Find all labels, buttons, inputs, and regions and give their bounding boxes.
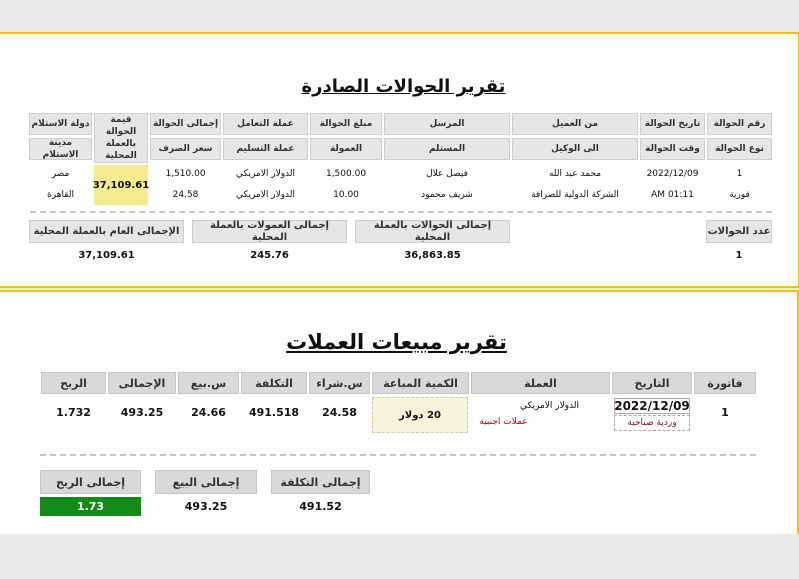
receiver: شريف محمود (421, 190, 473, 200)
transfer-date: 2022/12/09 (646, 169, 699, 179)
total-sales: 493.25 (184, 499, 228, 513)
profit: 1.732 (56, 405, 91, 419)
transfers-count: 1 (735, 249, 743, 261)
buy-price: 24.58 (322, 405, 357, 419)
currency-category: عملات اجنبية (479, 417, 528, 427)
divider (30, 211, 772, 213)
header-to-agent: الى الوكيل (512, 138, 638, 160)
header-exchange-rate: سعر الصرف (150, 138, 221, 160)
to-agent: الشركة الدولية للصرافة (531, 190, 619, 200)
deal-currency: الدولار الامريكي (235, 169, 296, 179)
header-transfer-date: تاريخ الحوالة (640, 113, 705, 135)
transfer-type: فورية (729, 190, 750, 200)
divider (40, 454, 756, 456)
from-client: محمد عبد الله (548, 169, 602, 179)
header-delivery-currency: عملة التسليم (223, 138, 308, 160)
header-quantity-sold: الكمية المباعة (372, 372, 469, 394)
header-invoice: فاتورة (694, 372, 756, 394)
delivery-currency: الدولار الامريكي (235, 190, 296, 200)
commission: 10.00 (333, 190, 359, 200)
header-total-cost: إجمالى التكلفة (271, 470, 370, 494)
header-receiving-city: مدينة الاستلام (29, 138, 92, 160)
local-value: 37,109.61 (93, 165, 149, 205)
header-local-value: قيمة الحوالة بالعملة المحلية (94, 113, 148, 163)
quantity-sold: 20 دولار (372, 397, 468, 433)
grand-total-local: 37,109.61 (78, 249, 135, 261)
header-commission: العمولة (310, 138, 382, 160)
header-grand-total-local: الإجمالى العام بالعملة المحلية (29, 220, 184, 243)
header-transfer-type: نوع الحوالة (707, 138, 772, 160)
header-total-sales: إجمالى البيع (155, 470, 257, 494)
shift: وردية صباحية (614, 415, 690, 431)
invoice-number: 1 (721, 405, 729, 419)
header-transfer-total: إجمالى الحوالة (150, 113, 221, 135)
header-transfer-number: رقم الحوالة (707, 113, 772, 135)
transfer-time: 01:11 AM (651, 190, 694, 200)
total-profit: 1.73 (40, 497, 141, 516)
header-total-transfers-local: إجمالى الحوالات بالعملة المحلية (355, 220, 510, 243)
receiving-city: القاهرة (47, 190, 74, 200)
currency-sales-panel: تقرير مبيعات العملات فاتورة التاريخ العم… (0, 290, 799, 534)
header-transfer-time: وقت الحوالة (640, 138, 705, 160)
header-sender: المرسل (384, 113, 510, 135)
header-transfers-count: عدد الحوالات (706, 220, 772, 243)
header-buy-price: س.شراء (309, 372, 370, 394)
total-cost: 491.52 (299, 499, 342, 513)
exchange-rate: 24.58 (172, 190, 199, 200)
receiving-country: مصر (51, 169, 70, 179)
header-currency: العملة (471, 372, 610, 394)
header-profit: الربح (41, 372, 106, 394)
header-transfer-amount: مبلغ الحوالة (310, 113, 382, 135)
header-receiving-country: دولة الاستلام (29, 113, 92, 135)
transfer-total: 1,510.00 (165, 169, 206, 179)
transfers-report-title: تقرير الحوالات الصادرة (301, 76, 506, 97)
header-from-client: من العميل (512, 113, 638, 135)
header-cost: التكلفة (241, 372, 307, 394)
transfers-report-panel: تقرير الحوالات الصادرة رقم الحوالة تاريخ… (0, 32, 799, 288)
sales-report-title: تقرير مبيعات العملات (286, 330, 507, 354)
header-date: التاريخ (612, 372, 692, 394)
header-total-profit: إجمالى الربح (40, 470, 141, 494)
sender: فيصل علال (426, 169, 468, 179)
sell-price: 24.66 (191, 405, 226, 419)
cost: 491.518 (248, 405, 300, 419)
sale-total: 493.25 (120, 405, 164, 419)
header-receiver: المستلم (384, 138, 510, 160)
total-commissions-local: 245.76 (250, 249, 289, 261)
transfer-amount: 1,500.00 (325, 169, 367, 179)
transfer-number: 1 (736, 169, 743, 179)
header-total-commissions-local: إجمالى العمولات بالعملة المحلية (192, 220, 347, 243)
header-deal-currency: عملة التعامل (223, 113, 308, 135)
total-transfers-local: 36,863.85 (404, 249, 461, 261)
currency-name: الدولار الامريكي (520, 401, 580, 411)
header-sell-price: س.بيع (178, 372, 239, 394)
header-total: الإجمالى (108, 372, 176, 394)
sale-date: 2022/12/09 (614, 398, 690, 414)
